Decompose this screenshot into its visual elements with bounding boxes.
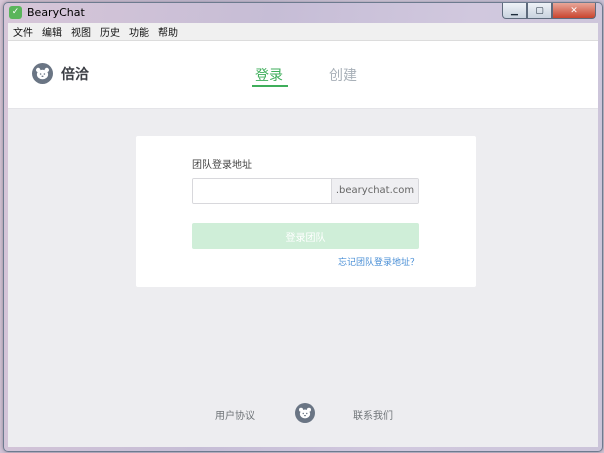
menu-help[interactable]: 帮助 [153,24,182,39]
minimize-button[interactable]: ▁ [502,3,527,19]
login-card: 团队登录地址 .bearychat.com 登录团队 忘记团队登录地址？ [136,136,476,287]
brand-name: 倍洽 [61,67,89,83]
user-agreement-link[interactable]: 用户协议 [215,407,255,422]
window-controls: ▁ ▢ ✕ [502,3,596,20]
app-window: ✓ BearyChat ▁ ▢ ✕ 文件 编辑 视图 历史 功能 帮助 倍洽 登… [3,2,603,452]
tab-login[interactable]: 登录 [255,65,283,85]
menu-view[interactable]: 视图 [66,24,95,39]
contact-us-link[interactable]: 联系我们 [353,407,393,422]
bearychat-app-icon: ✓ [9,6,22,19]
menu-history[interactable]: 历史 [95,24,124,39]
client-area: 倍洽 登录 创建 团队登录地址 .bearychat.com 登录团队 忘记团队… [8,41,598,447]
team-url-field: .bearychat.com [192,178,419,204]
menu-functions[interactable]: 功能 [124,24,153,39]
close-button[interactable]: ✕ [552,3,596,19]
bear-logo-icon [32,63,53,84]
tab-create[interactable]: 创建 [329,65,357,85]
header: 倍洽 登录 创建 [8,41,598,109]
maximize-button[interactable]: ▢ [527,3,552,19]
menu-bar: 文件 编辑 视图 历史 功能 帮助 [8,23,598,41]
menu-edit[interactable]: 编辑 [37,24,66,39]
menu-file[interactable]: 文件 [8,24,37,39]
bear-logo-icon [295,403,315,423]
title-bar[interactable]: ✓ BearyChat ▁ ▢ ✕ [4,3,602,23]
team-url-input[interactable] [193,179,331,203]
window-title: BearyChat [27,6,85,19]
login-team-button[interactable]: 登录团队 [192,223,419,249]
active-tab-indicator [252,85,288,87]
forgot-team-url-link[interactable]: 忘记团队登录地址？ [338,255,419,268]
domain-suffix: .bearychat.com [331,179,418,203]
team-url-label: 团队登录地址 [192,160,252,171]
